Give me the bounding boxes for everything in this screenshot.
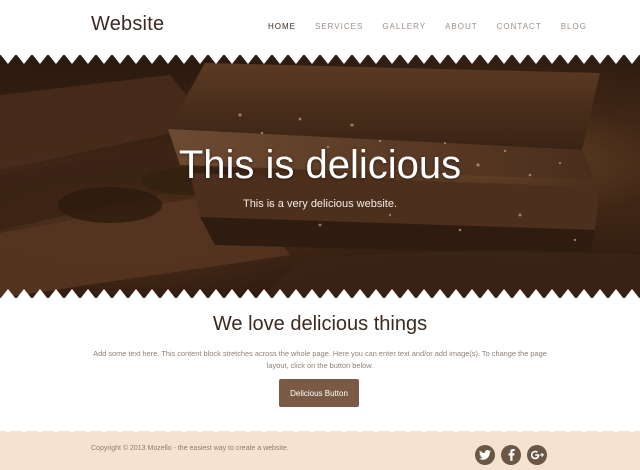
site-logo-text[interactable]: Website bbox=[91, 13, 164, 36]
site-footer: Copyright © 2013 Mozello - the easiest w… bbox=[0, 427, 640, 470]
social-links bbox=[475, 445, 547, 465]
section-body-text: Add some text here. This content block s… bbox=[93, 349, 547, 370]
zigzag-edge-bottom bbox=[0, 289, 640, 298]
facebook-icon[interactable] bbox=[501, 445, 521, 465]
section-heading: We love delicious things bbox=[212, 313, 428, 335]
twitter-icon[interactable] bbox=[475, 445, 495, 465]
site-header: Website HOME SERVICES GALLERY ABOUT CONT… bbox=[0, 0, 640, 58]
nav-services[interactable]: SERVICES bbox=[315, 22, 363, 31]
delicious-button[interactable]: Delicious Button bbox=[279, 379, 359, 407]
nav-home[interactable]: HOME bbox=[268, 22, 296, 31]
copyright-text: Copyright © 2013 Mozello - the easiest w… bbox=[91, 445, 289, 452]
hero-title: This is delicious bbox=[178, 143, 462, 187]
nav-gallery[interactable]: GALLERY bbox=[382, 22, 426, 31]
zigzag-edge-top bbox=[0, 55, 640, 64]
footer-zigzag-edge bbox=[0, 427, 640, 433]
nav-blog[interactable]: BLOG bbox=[561, 22, 587, 31]
nav-contact[interactable]: CONTACT bbox=[497, 22, 542, 31]
main-nav: HOME SERVICES GALLERY ABOUT CONTACT BLOG bbox=[268, 22, 606, 31]
hero-banner: This is delicious This is a very delicio… bbox=[0, 55, 640, 298]
google-plus-icon[interactable] bbox=[527, 445, 547, 465]
hero-subtitle: This is a very delicious website. bbox=[242, 198, 398, 210]
nav-about[interactable]: ABOUT bbox=[445, 22, 478, 31]
